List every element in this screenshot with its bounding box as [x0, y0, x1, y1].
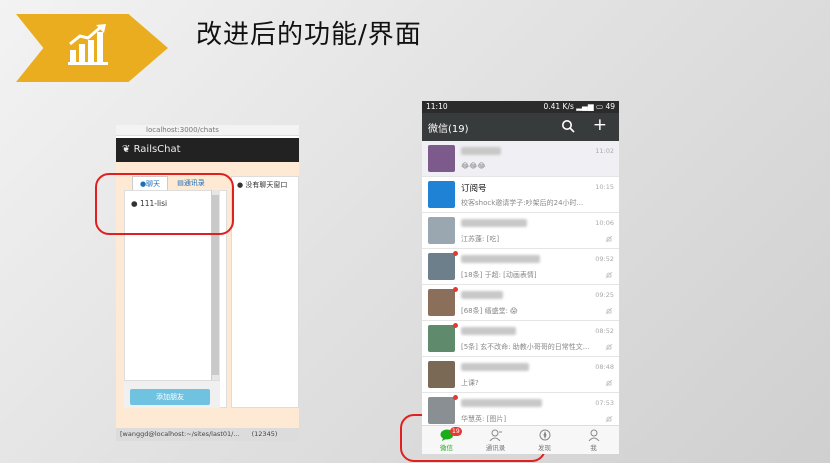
avatar: [428, 289, 455, 316]
leaf-icon: ❦: [122, 144, 134, 155]
chat-last-message: [18条] 于超: [动画表情]: [461, 271, 537, 279]
unread-badge: 19: [450, 427, 462, 436]
bottom-nav: 19 微信 通讯录 发现 我: [422, 425, 619, 454]
address-bar[interactable]: localhost:3000/chats: [116, 125, 299, 136]
chat-list-item[interactable]: [18条] 于超: [动画表情] 09:52: [422, 249, 619, 285]
status-time: 11:10: [426, 102, 448, 111]
chat-list-item[interactable]: 华慧英: [图片] 07:53: [422, 393, 619, 429]
plus-icon[interactable]: +: [593, 115, 607, 135]
avatar: [428, 397, 455, 424]
chat-name: [461, 398, 542, 408]
chat-list-item[interactable]: 江苏蓬: [吃] 10:06: [422, 213, 619, 249]
chat-time: 07:53: [595, 399, 614, 407]
app-header: 微信(19) +: [422, 113, 619, 141]
chat-last-message: 校客shock邀请学子:吵架后的24小时...: [461, 199, 584, 207]
mute-bell-icon: [605, 415, 613, 423]
chat-list: 😂😂😂 11:02 订阅号校客shock邀请学子:吵架后的24小时... 10:15 江…: [422, 141, 619, 429]
battery-level: 49: [605, 102, 615, 111]
nav-item-chats[interactable]: 19 微信: [422, 426, 471, 454]
chat-name: [461, 362, 529, 372]
chat-name: [461, 326, 516, 336]
chat-last-message: [68条] 缙盛堂: 😱: [461, 307, 518, 315]
network-speed: 0.41 K/s: [543, 102, 574, 111]
mute-bell-icon: [605, 343, 613, 351]
redacted-name: [461, 254, 540, 263]
page-title: 微信(19): [428, 124, 469, 135]
unread-dot: [453, 323, 458, 328]
chat-list-item[interactable]: 订阅号校客shock邀请学子:吵架后的24小时... 10:15: [422, 177, 619, 213]
chat-list-item[interactable]: 😂😂😂 11:02: [422, 141, 619, 177]
highlight-box-tabs: [95, 173, 234, 235]
redacted-name: [461, 290, 503, 299]
redacted-name: [461, 362, 529, 371]
chat-time: 10:15: [595, 183, 614, 191]
avatar: [428, 325, 455, 352]
signal-icon: ▂▄▆: [576, 102, 596, 111]
mute-bell-icon: [605, 307, 613, 315]
mute-bell-icon: [605, 271, 613, 279]
chat-last-message: [5条] 玄不改命: 助教小哥哥的日常性文...: [461, 343, 590, 351]
avatar: [428, 361, 455, 388]
avatar: [428, 181, 455, 208]
nav-item-contacts[interactable]: 通讯录: [471, 426, 520, 454]
chat-time: 10:06: [595, 219, 614, 227]
search-icon[interactable]: [561, 119, 575, 133]
redacted-name: [461, 326, 516, 335]
taskbar-item-terminal[interactable]: [wanggd@localhost:~/sites/last01/...: [120, 430, 240, 438]
redacted-name: [461, 218, 527, 227]
avatar: [428, 145, 455, 172]
chat-list-item[interactable]: [5条] 玄不改命: 助教小哥哥的日常性文... 08:52: [422, 321, 619, 357]
slide-title: 改进后的功能/界面: [196, 20, 422, 50]
status-indicators: 0.41 K/s ▂▄▆ ▭ 49: [543, 101, 615, 113]
chat-list-item[interactable]: 上课? 08:48: [422, 357, 619, 393]
mute-bell-icon: [605, 235, 613, 243]
add-friend-button[interactable]: 添加朋友: [130, 389, 210, 405]
taskbar: [wanggd@localhost:~/sites/last01/... (12…: [116, 428, 299, 441]
chat-time: 08:48: [595, 363, 614, 371]
status-bar: 11:10 0.41 K/s ▂▄▆ ▭ 49: [422, 101, 619, 113]
chat-name: [461, 146, 501, 156]
chat-list-item[interactable]: [68条] 缙盛堂: 😱 09:25: [422, 285, 619, 321]
avatar: [428, 217, 455, 244]
app-header: ❦ RailsChat: [116, 138, 299, 162]
chat-last-message: 上课?: [461, 379, 479, 387]
chat-time: 11:02: [595, 147, 614, 155]
chat-time: 09:25: [595, 291, 614, 299]
chat-time: 09:52: [595, 255, 614, 263]
chat-time: 08:52: [595, 327, 614, 335]
taskbar-item-process[interactable]: (12345): [252, 430, 278, 438]
contacts-icon: [489, 429, 502, 441]
chat-window-panel: ● 没有聊天窗口: [231, 176, 299, 408]
avatar: [428, 253, 455, 280]
chat-name: 订阅号: [461, 184, 487, 194]
app-name: RailsChat: [133, 144, 181, 155]
phone-screenshot: 11:10 0.41 K/s ▂▄▆ ▭ 49 微信(19) + 😂😂😂 11:0…: [422, 101, 619, 454]
nav-item-discover[interactable]: 发现: [520, 426, 569, 454]
chat-last-message: 😂😂😂: [461, 162, 486, 170]
chat-last-message: 江苏蓬: [吃]: [461, 235, 500, 243]
nav-item-me[interactable]: 我: [569, 426, 618, 454]
unread-dot: [453, 287, 458, 292]
redacted-name: [461, 398, 542, 407]
mute-bell-icon: [605, 379, 613, 387]
chat-last-message: 华慧英: [图片]: [461, 415, 507, 423]
me-icon: [588, 429, 599, 441]
unread-dot: [453, 395, 458, 400]
discover-icon: [539, 429, 550, 441]
unread-dot: [453, 251, 458, 256]
redacted-name: [461, 146, 501, 155]
chat-name: [461, 290, 503, 300]
chart-growth-icon: [68, 24, 108, 65]
chat-name: [461, 254, 540, 264]
chat-name: [461, 218, 527, 228]
no-chat-window-label: ● 没有聊天窗口: [237, 181, 288, 189]
battery-icon: ▭: [595, 102, 604, 111]
